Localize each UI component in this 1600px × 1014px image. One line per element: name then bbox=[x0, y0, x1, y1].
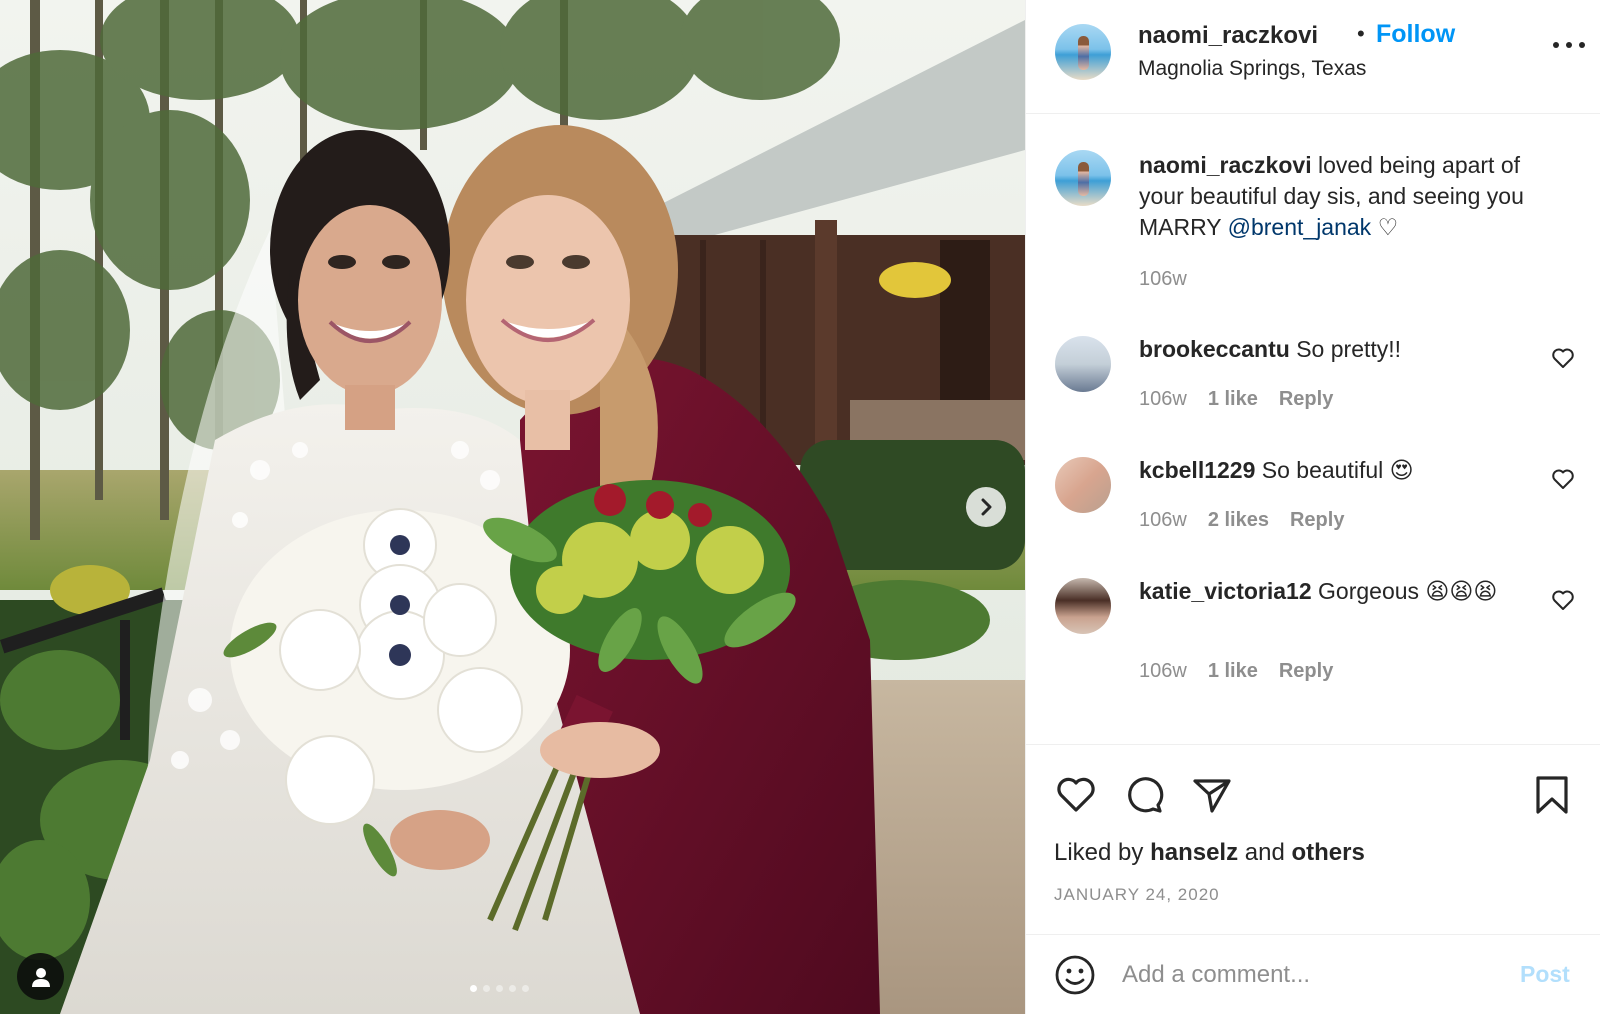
liked-by: Liked by hanselz and others bbox=[1054, 839, 1365, 867]
comment-age: 106w bbox=[1139, 388, 1187, 410]
comment-text: kcbell1229 So beautiful 😍 bbox=[1139, 455, 1559, 486]
post-header: naomi_raczkovi • Follow Magnolia Springs… bbox=[1026, 0, 1600, 114]
comment-meta: 106w 2 likes Reply bbox=[1139, 509, 1344, 532]
avatar[interactable] bbox=[1055, 150, 1111, 206]
comment-input[interactable] bbox=[1122, 955, 1492, 995]
post-side-panel: naomi_raczkovi • Follow Magnolia Springs… bbox=[1025, 0, 1600, 1014]
more-options-icon[interactable] bbox=[1553, 30, 1585, 60]
comment-text: katie_victoria12 Gorgeous 😫😫😫 bbox=[1139, 576, 1529, 607]
carousel-dot bbox=[522, 985, 529, 992]
carousel-indicator bbox=[470, 985, 529, 992]
follow-button[interactable]: Follow bbox=[1376, 20, 1455, 49]
comment-meta: 106w 1 like Reply bbox=[1139, 660, 1333, 683]
reply-button[interactable]: Reply bbox=[1279, 660, 1333, 683]
post-button[interactable]: Post bbox=[1520, 961, 1570, 988]
avatar[interactable] bbox=[1055, 457, 1111, 513]
carousel-dot bbox=[509, 985, 516, 992]
avatar[interactable] bbox=[1055, 24, 1111, 80]
comment-username[interactable]: katie_victoria12 bbox=[1139, 578, 1312, 604]
carousel-dot bbox=[496, 985, 503, 992]
location-link[interactable]: Magnolia Springs, Texas bbox=[1138, 57, 1366, 81]
next-slide-button[interactable] bbox=[966, 487, 1006, 527]
comment-item: kcbell1229 So beautiful 😍 106w 2 likes R… bbox=[1026, 453, 1600, 563]
liked-and: and bbox=[1244, 839, 1285, 866]
comment-likes[interactable]: 1 like bbox=[1208, 388, 1258, 411]
comment-composer: Post bbox=[1026, 935, 1600, 1014]
comment-age: 106w bbox=[1139, 509, 1187, 531]
comment-item: brookeccantu So pretty!! 106w 1 like Rep… bbox=[1026, 332, 1600, 442]
separator-dot: • bbox=[1357, 21, 1365, 46]
comment-age: 106w bbox=[1139, 660, 1187, 682]
avatar[interactable] bbox=[1055, 578, 1111, 634]
caption-username[interactable]: naomi_raczkovi bbox=[1139, 152, 1312, 178]
caption-age: 106w bbox=[1139, 268, 1187, 290]
comment-icon[interactable] bbox=[1122, 773, 1166, 817]
comment-body: Gorgeous 😫😫😫 bbox=[1318, 578, 1498, 604]
heart-icon[interactable] bbox=[1551, 588, 1575, 612]
reply-button[interactable]: Reply bbox=[1279, 388, 1333, 411]
caption-meta: 106w bbox=[1139, 268, 1187, 291]
bookmark-icon[interactable] bbox=[1530, 773, 1574, 817]
emoji-icon[interactable] bbox=[1054, 954, 1096, 996]
comment-username[interactable]: kcbell1229 bbox=[1139, 457, 1255, 483]
liked-others-link[interactable]: others bbox=[1291, 839, 1364, 866]
avatar[interactable] bbox=[1055, 336, 1111, 392]
comment-body: So beautiful 😍 bbox=[1261, 457, 1414, 483]
caption: naomi_raczkovi loved being apart of your… bbox=[1026, 150, 1600, 320]
reply-button[interactable]: Reply bbox=[1290, 509, 1344, 532]
heart-icon[interactable] bbox=[1551, 467, 1575, 491]
comment-username[interactable]: brookeccantu bbox=[1139, 336, 1290, 362]
comments-list[interactable]: naomi_raczkovi loved being apart of your… bbox=[1026, 114, 1600, 744]
heart-icon[interactable] bbox=[1551, 346, 1575, 370]
header-username[interactable]: naomi_raczkovi bbox=[1138, 22, 1318, 50]
comment-body: So pretty!! bbox=[1296, 336, 1402, 362]
liked-prefix: Liked by bbox=[1054, 839, 1144, 866]
caption-heart: ♡ bbox=[1377, 214, 1399, 240]
comment-likes[interactable]: 1 like bbox=[1208, 660, 1258, 683]
mention-link[interactable]: @brent_janak bbox=[1228, 214, 1372, 240]
carousel-dot bbox=[470, 985, 477, 992]
post-date[interactable]: JANUARY 24, 2020 bbox=[1054, 885, 1220, 905]
caption-text: naomi_raczkovi loved being apart of your… bbox=[1139, 150, 1559, 243]
comment-likes[interactable]: 2 likes bbox=[1208, 509, 1269, 532]
comment-item: katie_victoria12 Gorgeous 😫😫😫 106w 1 lik… bbox=[1026, 574, 1600, 704]
heart-icon[interactable] bbox=[1054, 773, 1098, 817]
comment-text: brookeccantu So pretty!! bbox=[1139, 334, 1559, 365]
liked-user-link[interactable]: hanselz bbox=[1150, 839, 1238, 866]
post-media[interactable] bbox=[0, 0, 1025, 1014]
post-actions: Liked by hanselz and others JANUARY 24, … bbox=[1026, 744, 1600, 935]
chevron-right-icon bbox=[981, 498, 992, 516]
carousel-dot bbox=[483, 985, 490, 992]
comment-meta: 106w 1 like Reply bbox=[1139, 388, 1333, 411]
user-icon bbox=[31, 967, 50, 987]
tagged-users-button[interactable] bbox=[17, 953, 64, 1000]
share-icon[interactable] bbox=[1190, 773, 1234, 817]
post-photo bbox=[0, 0, 1025, 1014]
instagram-post-view: naomi_raczkovi • Follow Magnolia Springs… bbox=[0, 0, 1600, 1014]
